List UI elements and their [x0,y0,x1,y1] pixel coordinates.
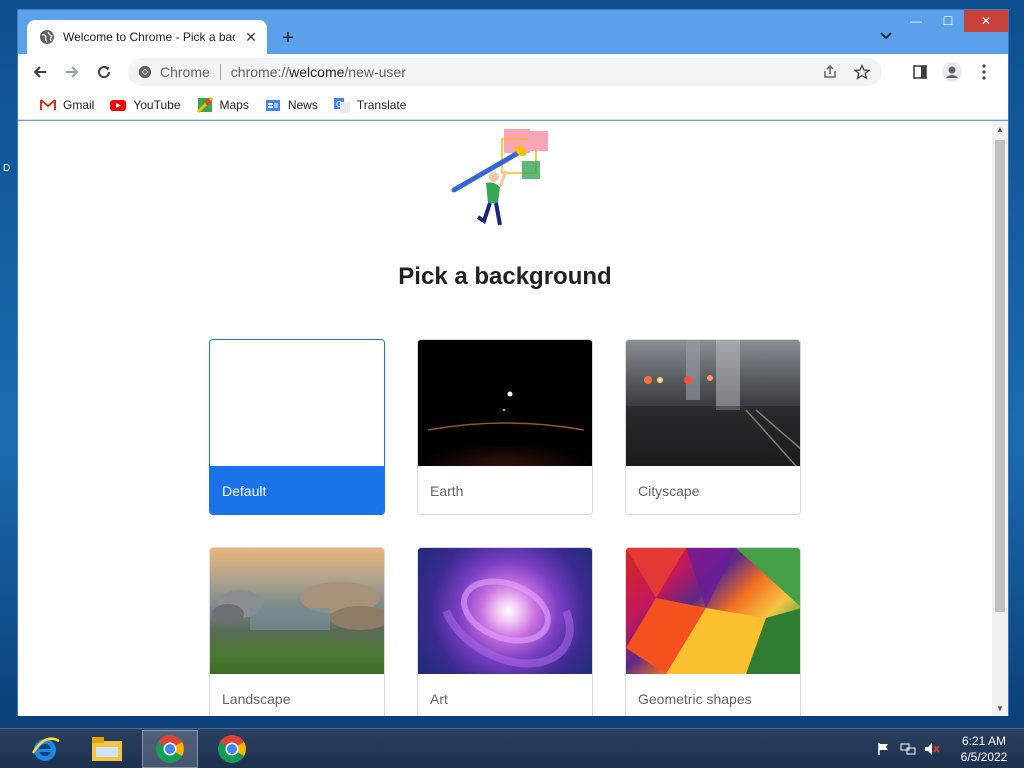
background-preview [210,340,384,466]
page-content: Pick a background Default Earth Cityscap… [18,121,1008,716]
clock-time: 6:21 AM [961,734,1007,748]
chrome-icon [218,735,246,763]
bookmark-label: News [287,97,318,112]
tab-close-icon[interactable]: ✕ [243,29,259,45]
youtube-icon [110,99,127,111]
bookmark-star-icon[interactable] [853,63,871,83]
kebab-menu-icon [982,64,986,80]
bookmark-youtube[interactable]: YouTube [102,92,188,118]
translate-icon: G [333,97,350,113]
avatar-icon [942,62,962,82]
chrome-icon [156,735,184,763]
background-card-default[interactable]: Default [209,339,385,515]
background-label: Landscape [222,691,291,707]
omnibox-site-label: Chrome [160,64,210,80]
background-preview [418,340,592,466]
action-center-flag-icon[interactable] [872,737,896,761]
forward-button[interactable] [56,56,88,88]
background-label: Art [430,691,448,707]
background-label: Geometric shapes [638,691,752,707]
url-host: welcome [289,64,345,80]
bookmark-gmail[interactable]: Gmail [32,92,102,118]
back-button[interactable] [24,56,56,88]
internet-explorer-icon [31,737,60,761]
side-panel-button[interactable] [904,56,936,88]
reload-button[interactable] [88,56,120,88]
bookmark-label: YouTube [133,97,181,112]
painter-illustration [451,129,548,226]
chrome-icon [138,65,152,79]
background-preview [418,548,592,674]
maps-icon [196,96,213,113]
window-controls: — ☐ ✕ [900,10,1008,32]
globe-icon [40,30,54,44]
toolbar: Chrome chrome://welcome/new-user [18,54,1008,90]
background-card-geometric[interactable]: Geometric shapes [625,547,801,716]
share-icon[interactable] [822,64,838,83]
close-window-button[interactable]: ✕ [964,10,1008,32]
background-label: Default [210,466,384,514]
bookmark-translate[interactable]: G Translate [326,92,415,118]
taskbar-file-explorer[interactable] [79,730,135,768]
background-grid: Default Earth Cityscape Landscape Art Ge… [209,339,801,716]
new-tab-button[interactable]: + [276,26,300,50]
background-card-cityscape[interactable]: Cityscape [625,339,801,515]
omnibox[interactable]: Chrome chrome://welcome/new-user [128,58,882,86]
url-prefix: chrome:// [230,64,290,80]
desktop-label: D [3,163,11,174]
reload-icon [98,66,111,79]
taskbar-chrome-active[interactable] [142,730,198,768]
back-arrow-icon [33,66,46,78]
omnibox-separator [219,64,221,80]
scroll-up-arrow-icon[interactable]: ▲ [992,121,1008,137]
bookmark-label: Maps [219,97,249,112]
background-card-landscape[interactable]: Landscape [209,547,385,716]
omnibox-url: chrome://welcome/new-user [231,64,406,80]
bookmark-news[interactable]: News [257,92,326,118]
news-icon [265,99,280,111]
gmail-icon [40,98,56,110]
tab-title: Welcome to Chrome - Pick a background [63,30,235,44]
background-preview [626,340,800,466]
background-card-art[interactable]: Art [417,547,593,716]
bookmark-label: Gmail [63,97,95,112]
scroll-down-arrow-icon[interactable]: ▼ [992,700,1008,716]
clock-date: 6/5/2022 [960,750,1008,764]
vertical-scrollbar[interactable]: ▲ ▼ [992,121,1008,716]
volume-muted-icon[interactable] [920,737,944,761]
url-path: /new-user [344,64,406,80]
minimize-button[interactable]: — [900,10,932,32]
network-icon[interactable] [896,737,920,761]
bookmark-label: Translate [356,97,407,112]
bookmarks-bar: Gmail YouTube Maps News G Translate [18,90,1008,120]
maximize-button[interactable]: ☐ [932,10,964,32]
forward-arrow-icon [66,66,79,78]
file-explorer-icon [92,737,122,761]
background-preview [626,548,800,674]
side-panel-icon [913,65,927,79]
background-preview [210,548,384,674]
taskbar-internet-explorer[interactable] [17,730,73,768]
chrome-window: Welcome to Chrome - Pick a background ✕ … [17,9,1009,716]
tab-strip: Welcome to Chrome - Pick a background ✕ … [18,10,1008,54]
page-title: Pick a background [398,263,612,290]
background-label: Earth [430,483,464,499]
background-label: Cityscape [638,483,700,499]
menu-button[interactable] [968,56,1000,88]
taskbar-chrome[interactable] [204,730,260,768]
taskbar-clock[interactable]: 6:21 AM 6/5/2022 [944,733,1024,765]
profile-button[interactable] [936,56,968,88]
bookmark-maps[interactable]: Maps [189,92,257,118]
taskbar: 6:21 AM 6/5/2022 [0,728,1024,768]
system-tray: 6:21 AM 6/5/2022 [872,729,1024,768]
tab-search-icon[interactable] [876,26,896,46]
svg-text:G: G [336,100,342,109]
scrollbar-thumb[interactable] [995,140,1005,612]
background-card-earth[interactable]: Earth [417,339,593,515]
tab-welcome[interactable]: Welcome to Chrome - Pick a background ✕ [27,20,267,54]
